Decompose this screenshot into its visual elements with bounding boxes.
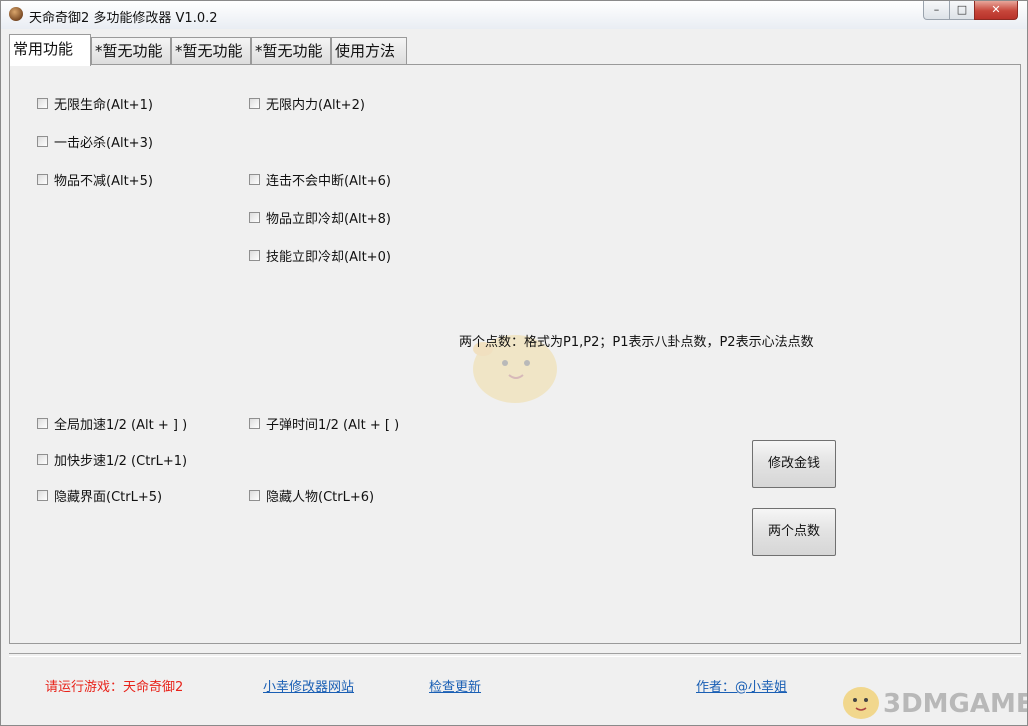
checkbox-one-hit-kill[interactable]: 一击必杀(Alt+3) — [37, 132, 153, 151]
checkbox-box[interactable] — [249, 212, 260, 223]
checkbox-box[interactable] — [249, 174, 260, 185]
checkbox-hide-ui[interactable]: 隐藏界面(CtrL+5) — [37, 486, 162, 505]
checkbox-label: 连击不会中断(Alt+6) — [266, 174, 391, 189]
checkbox-label: 加快步速1/2 (CtrL+1) — [54, 454, 188, 469]
3dmgame-watermark-logo: 3DMGAME — [843, 687, 1027, 719]
checkbox-label: 子弹时间1/2 (Alt + [ ) — [266, 418, 400, 433]
checkbox-box[interactable] — [249, 250, 260, 261]
tab-common-functions[interactable]: 常用功能 — [9, 34, 91, 66]
checkbox-bullet-time[interactable]: 子弹时间1/2 (Alt + [ ) — [249, 414, 399, 433]
title-bar[interactable]: 天命奇御2 多功能修改器 V1.0.2 – □ ✕ — [1, 1, 1027, 29]
checkbox-box[interactable] — [37, 454, 48, 465]
maximize-button[interactable]: □ — [949, 1, 975, 20]
checkbox-box[interactable] — [37, 98, 48, 109]
checkbox-items-no-decrease[interactable]: 物品不减(Alt+5) — [37, 170, 153, 189]
check-update-link[interactable]: 检查更新 — [429, 676, 481, 695]
tab-usage[interactable]: 使用方法 — [331, 37, 407, 65]
modify-money-button[interactable]: 修改金钱 — [752, 440, 836, 488]
checkbox-label: 隐藏界面(CtrL+5) — [54, 490, 163, 505]
app-icon — [9, 7, 23, 21]
checkbox-item-instant-cooldown[interactable]: 物品立即冷却(Alt+8) — [249, 208, 391, 227]
tab-no-function-1[interactable]: *暂无功能 — [91, 37, 171, 65]
checkbox-skill-instant-cooldown[interactable]: 技能立即冷却(Alt+0) — [249, 246, 391, 265]
checkbox-infinite-mp[interactable]: 无限内力(Alt+2) — [249, 94, 365, 113]
checkbox-label: 物品立即冷却(Alt+8) — [266, 212, 391, 227]
checkbox-box[interactable] — [249, 490, 260, 501]
checkbox-label: 隐藏人物(CtrL+6) — [266, 490, 375, 505]
window-title: 天命奇御2 多功能修改器 V1.0.2 — [29, 11, 218, 26]
checkbox-global-speed[interactable]: 全局加速1/2 (Alt + ] ) — [37, 414, 187, 433]
tab-no-function-2[interactable]: *暂无功能 — [171, 37, 251, 65]
game-status-text: 请运行游戏：天命奇御2 — [45, 680, 184, 695]
checkbox-box[interactable] — [37, 418, 48, 429]
svg-text:3DMGAME: 3DMGAME — [883, 689, 1027, 719]
checkbox-label: 无限内力(Alt+2) — [266, 98, 365, 113]
checkbox-label: 全局加速1/2 (Alt + ] ) — [54, 418, 188, 433]
checkbox-walk-speed[interactable]: 加快步速1/2 (CtrL+1) — [37, 450, 187, 469]
checkbox-box[interactable] — [37, 174, 48, 185]
two-points-button[interactable]: 两个点数 — [752, 508, 836, 556]
checkbox-combo-no-break[interactable]: 连击不会中断(Alt+6) — [249, 170, 391, 189]
close-button[interactable]: ✕ — [974, 1, 1018, 20]
checkbox-box[interactable] — [37, 490, 48, 501]
tab-no-function-3[interactable]: *暂无功能 — [251, 37, 331, 65]
checkbox-hide-characters[interactable]: 隐藏人物(CtrL+6) — [249, 486, 374, 505]
checkbox-label: 技能立即冷却(Alt+0) — [266, 250, 391, 265]
site-link[interactable]: 小幸修改器网站 — [263, 676, 354, 695]
checkbox-label: 一击必杀(Alt+3) — [54, 136, 153, 151]
checkbox-label: 无限生命(Alt+1) — [54, 98, 153, 113]
checkbox-box[interactable] — [249, 98, 260, 109]
checkbox-box[interactable] — [37, 136, 48, 147]
app-window: 天命奇御2 多功能修改器 V1.0.2 – □ ✕ 常用功能 *暂无功能 *暂无… — [0, 0, 1028, 726]
checkbox-box[interactable] — [249, 418, 260, 429]
author-link[interactable]: 作者：@小幸姐 — [696, 676, 787, 695]
checkbox-infinite-hp[interactable]: 无限生命(Alt+1) — [37, 94, 153, 113]
points-info-text: 两个点数：格式为P1,P2；P1表示八卦点数，P2表示心法点数 — [459, 335, 814, 350]
checkbox-label: 物品不减(Alt+5) — [54, 174, 153, 189]
minimize-button[interactable]: – — [923, 1, 950, 20]
footer-divider — [9, 653, 1021, 657]
